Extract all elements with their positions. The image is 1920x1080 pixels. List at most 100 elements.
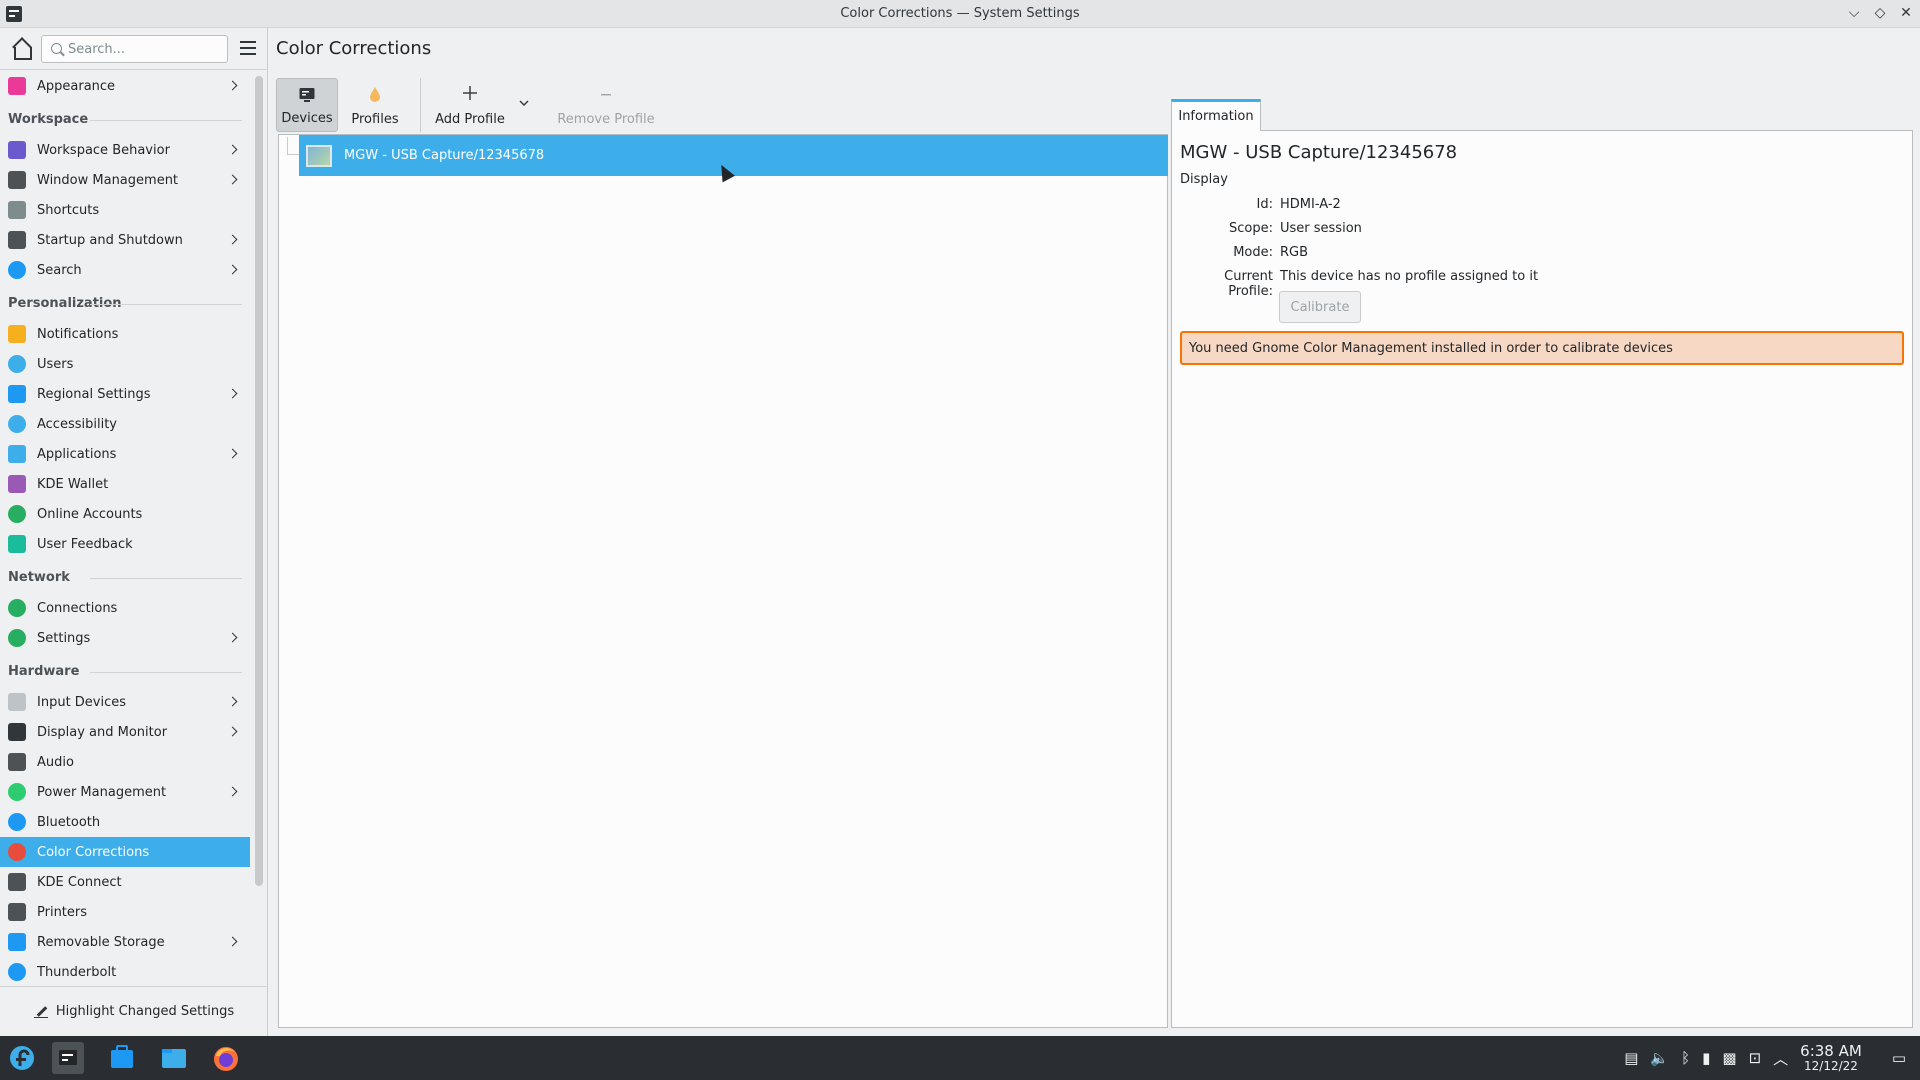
- sidebar-item-audio[interactable]: Audio: [0, 747, 250, 777]
- tree-expander[interactable]: [287, 137, 299, 155]
- window-titlebar[interactable]: Color Corrections — System Settings ⌵ ◇ …: [0, 0, 1920, 28]
- show-desktop-icon[interactable]: ▭: [1892, 1049, 1906, 1067]
- chevron-right-icon: [227, 174, 238, 185]
- file-manager-icon[interactable]: [158, 1042, 190, 1074]
- id-label: Id:: [1256, 197, 1273, 212]
- sidebar-item-kde-connect[interactable]: KDE Connect: [0, 867, 250, 897]
- sidebar-item-startup-and-shutdown[interactable]: Startup and Shutdown: [0, 225, 250, 255]
- sidebar-item-shortcuts[interactable]: Shortcuts: [0, 195, 250, 225]
- information-panel: [1171, 130, 1913, 1028]
- sidebar-item-removable-storage[interactable]: Removable Storage: [0, 927, 250, 957]
- network-settings-icon: [8, 629, 26, 647]
- device-title: MGW - USB Capture/12345678: [1180, 142, 1458, 163]
- id-value: HDMI-A-2: [1280, 197, 1341, 212]
- sidebar-item-settings[interactable]: Settings: [0, 623, 250, 653]
- fedora-launcher-icon[interactable]: [6, 1042, 38, 1074]
- scope-value: User session: [1280, 221, 1362, 236]
- toolbar-separator: [420, 78, 421, 132]
- home-icon[interactable]: [10, 38, 32, 60]
- sidebar-item-label: Appearance: [37, 78, 116, 94]
- profiles-button[interactable]: Profiles: [338, 78, 412, 132]
- search-input[interactable]: [68, 40, 218, 58]
- keyboard-layout-flag-icon[interactable]: ▩: [1722, 1049, 1736, 1067]
- sidebar-item-input-devices[interactable]: Input Devices: [0, 687, 250, 717]
- sidebar-scrollbar[interactable]: [255, 76, 263, 886]
- hamburger-menu-icon[interactable]: [240, 41, 256, 55]
- sidebar-item-label: Power Management: [37, 784, 167, 800]
- mode-label: Mode:: [1233, 245, 1273, 260]
- devices-button[interactable]: Devices: [276, 78, 338, 132]
- clock-time: 6:38 AM: [1800, 1042, 1862, 1060]
- add-profile-button[interactable]: Add Profile: [429, 78, 511, 132]
- tab-information[interactable]: Information: [1171, 99, 1261, 131]
- sidebar-item-notifications[interactable]: Notifications: [0, 319, 250, 349]
- sidebar-item-regional-settings[interactable]: Regional Settings: [0, 379, 250, 409]
- sidebar-item-workspace-behavior[interactable]: Workspace Behavior: [0, 135, 250, 165]
- sidebar-item-color-corrections[interactable]: Color Corrections: [0, 837, 250, 867]
- sidebar-item-label: Search: [37, 262, 82, 278]
- close-button[interactable]: ✕: [1898, 4, 1914, 22]
- devices-list[interactable]: MGW - USB Capture/12345678: [278, 134, 1168, 1028]
- sidebar-item-label: Regional Settings: [37, 386, 151, 402]
- sidebar-item-label: KDE Wallet: [37, 476, 109, 492]
- minimize-button[interactable]: ⌵: [1846, 4, 1862, 22]
- sidebar-item-thunderbolt[interactable]: Thunderbolt: [0, 957, 250, 987]
- chevron-right-icon: [227, 786, 238, 797]
- sidebar-item-accessibility[interactable]: Accessibility: [0, 409, 250, 439]
- maximize-button[interactable]: ◇: [1872, 4, 1888, 22]
- volume-icon[interactable]: 🔈: [1650, 1049, 1669, 1067]
- clipboard-icon[interactable]: ▤: [1624, 1049, 1638, 1067]
- sidebar-item-connections[interactable]: Connections: [0, 593, 250, 623]
- monitor-icon: [299, 88, 315, 102]
- sidebar-item-bluetooth[interactable]: Bluetooth: [0, 807, 250, 837]
- chevron-right-icon: [227, 936, 238, 947]
- sidebar-item-window-management[interactable]: Window Management: [0, 165, 250, 195]
- sidebar-item-display-and-monitor[interactable]: Display and Monitor: [0, 717, 250, 747]
- sidebar-item-search[interactable]: Search: [0, 255, 250, 285]
- discover-icon[interactable]: [106, 1042, 138, 1074]
- remove-profile-button[interactable]: Remove Profile: [547, 78, 665, 132]
- sidebar-item-power-management[interactable]: Power Management: [0, 777, 250, 807]
- sidebar-item-users[interactable]: Users: [0, 349, 250, 379]
- page-title: Color Corrections: [276, 38, 432, 59]
- sidebar-section-workspace: Workspace: [0, 101, 250, 135]
- bluetooth-tray-icon[interactable]: ᛒ: [1681, 1049, 1690, 1067]
- sidebar-item-label: Users: [37, 356, 74, 372]
- globe-icon: [8, 599, 26, 617]
- chevron-right-icon: [227, 264, 238, 275]
- sidebar-item-kde-wallet[interactable]: KDE Wallet: [0, 469, 250, 499]
- calibrate-button[interactable]: Calibrate: [1279, 291, 1361, 323]
- taskbar: ▤ 🔈 ᛒ ▮ ▩ ⊡ ︿ 6:38 AM 12/12/22 ▭: [0, 1036, 1920, 1080]
- thunderbolt-icon: [8, 963, 26, 981]
- monitor-icon: [8, 723, 26, 741]
- sidebar-section-network: Network: [0, 559, 250, 593]
- add-profile-dropdown[interactable]: [511, 78, 537, 132]
- firefox-icon[interactable]: [210, 1042, 242, 1074]
- search-field[interactable]: [41, 35, 228, 63]
- droplet-icon: [370, 87, 380, 102]
- phone-icon: [8, 873, 26, 891]
- sidebar-item-label: Removable Storage: [37, 934, 165, 950]
- system-settings-task-icon[interactable]: [52, 1042, 84, 1074]
- network-icon[interactable]: ⊡: [1749, 1049, 1762, 1067]
- sidebar-item-label: Online Accounts: [37, 506, 143, 522]
- chevron-right-icon: [227, 144, 238, 155]
- pencil-icon: [33, 1005, 48, 1019]
- devices-label: Devices: [281, 111, 333, 126]
- remove-profile-label: Remove Profile: [557, 112, 655, 127]
- sidebar-item-user-feedback[interactable]: User Feedback: [0, 529, 250, 559]
- device-row[interactable]: MGW - USB Capture/12345678: [299, 135, 1168, 176]
- tray-expand-icon[interactable]: ︿: [1773, 1048, 1788, 1069]
- sidebar-item-label: Bluetooth: [37, 814, 101, 830]
- digital-clock[interactable]: 6:38 AM 12/12/22: [1800, 1043, 1862, 1073]
- chevron-right-icon: [227, 726, 238, 737]
- sidebar-item-label: Display and Monitor: [37, 724, 168, 740]
- sidebar-item-applications[interactable]: Applications: [0, 439, 250, 469]
- usb-device-icon[interactable]: ▮: [1702, 1049, 1710, 1067]
- sidebar-item-appearance[interactable]: Appearance: [0, 71, 250, 101]
- sidebar-item-label: Window Management: [37, 172, 179, 188]
- sidebar-item-printers[interactable]: Printers: [0, 897, 250, 927]
- sidebar-item-online-accounts[interactable]: Online Accounts: [0, 499, 250, 529]
- system-tray: ▤ 🔈 ᛒ ▮ ▩ ⊡ ︿ 6:38 AM 12/12/22 ▭: [1624, 1036, 1920, 1080]
- highlight-changed-settings-button[interactable]: Highlight Changed Settings: [0, 986, 268, 1036]
